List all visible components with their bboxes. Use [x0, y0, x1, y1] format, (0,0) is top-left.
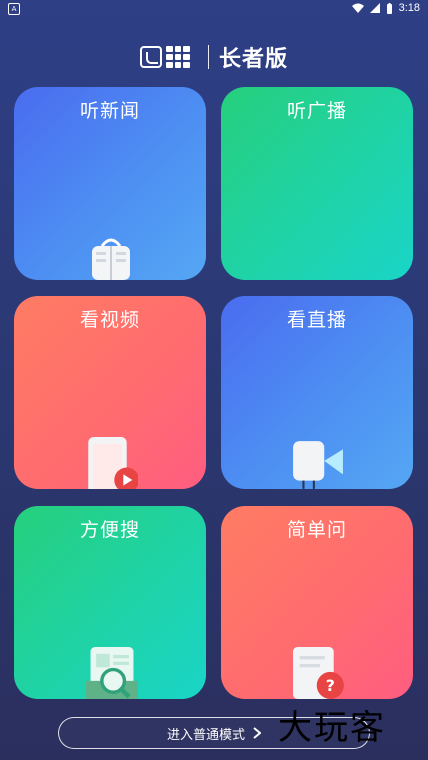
video-camera-icon	[293, 441, 343, 489]
tile-watch-live[interactable]: 看直播	[221, 296, 413, 489]
search-doc-icon	[86, 647, 138, 699]
battery-icon	[386, 2, 392, 14]
status-right: 3:18	[351, 2, 420, 14]
tile-label: 方便搜	[79, 519, 140, 541]
tile-label: 看直播	[286, 309, 347, 331]
mode-button-label: 进入普通模式	[166, 727, 245, 743]
chevron-right-icon	[253, 727, 261, 739]
tile-easy-search[interactable]: 方便搜	[14, 506, 206, 699]
tile-label: 听广播	[286, 100, 347, 122]
brand-logo	[139, 42, 198, 72]
status-bar: A 3:18	[0, 0, 428, 18]
wifi-icon	[351, 3, 364, 13]
status-time: 3:18	[398, 2, 420, 14]
tile-listen-radio[interactable]: 听广播	[221, 87, 413, 280]
tile-watch-video[interactable]: 看视频	[14, 296, 206, 489]
tile-label: 简单问	[286, 519, 347, 541]
tile-listen-news[interactable]: 听新闻	[14, 87, 206, 280]
page-title: 长者版	[218, 47, 288, 72]
logo-text-icon	[165, 46, 190, 68]
header: 长者版	[0, 42, 428, 72]
enter-normal-mode-button[interactable]: 进入普通模式	[58, 717, 370, 749]
book-icon	[92, 238, 130, 280]
question-doc-icon: ?	[293, 647, 344, 699]
header-divider	[207, 45, 209, 69]
tile-label: 听新闻	[79, 100, 140, 122]
tile-simple-ask[interactable]: 简单问 ?	[221, 506, 413, 699]
signal-icon	[369, 3, 380, 13]
svg-text:?: ?	[326, 676, 335, 695]
video-phone-icon	[88, 437, 138, 489]
logo-mark-icon	[139, 46, 162, 68]
notification-a-icon: A	[8, 3, 20, 15]
tile-label: 看视频	[79, 309, 140, 331]
